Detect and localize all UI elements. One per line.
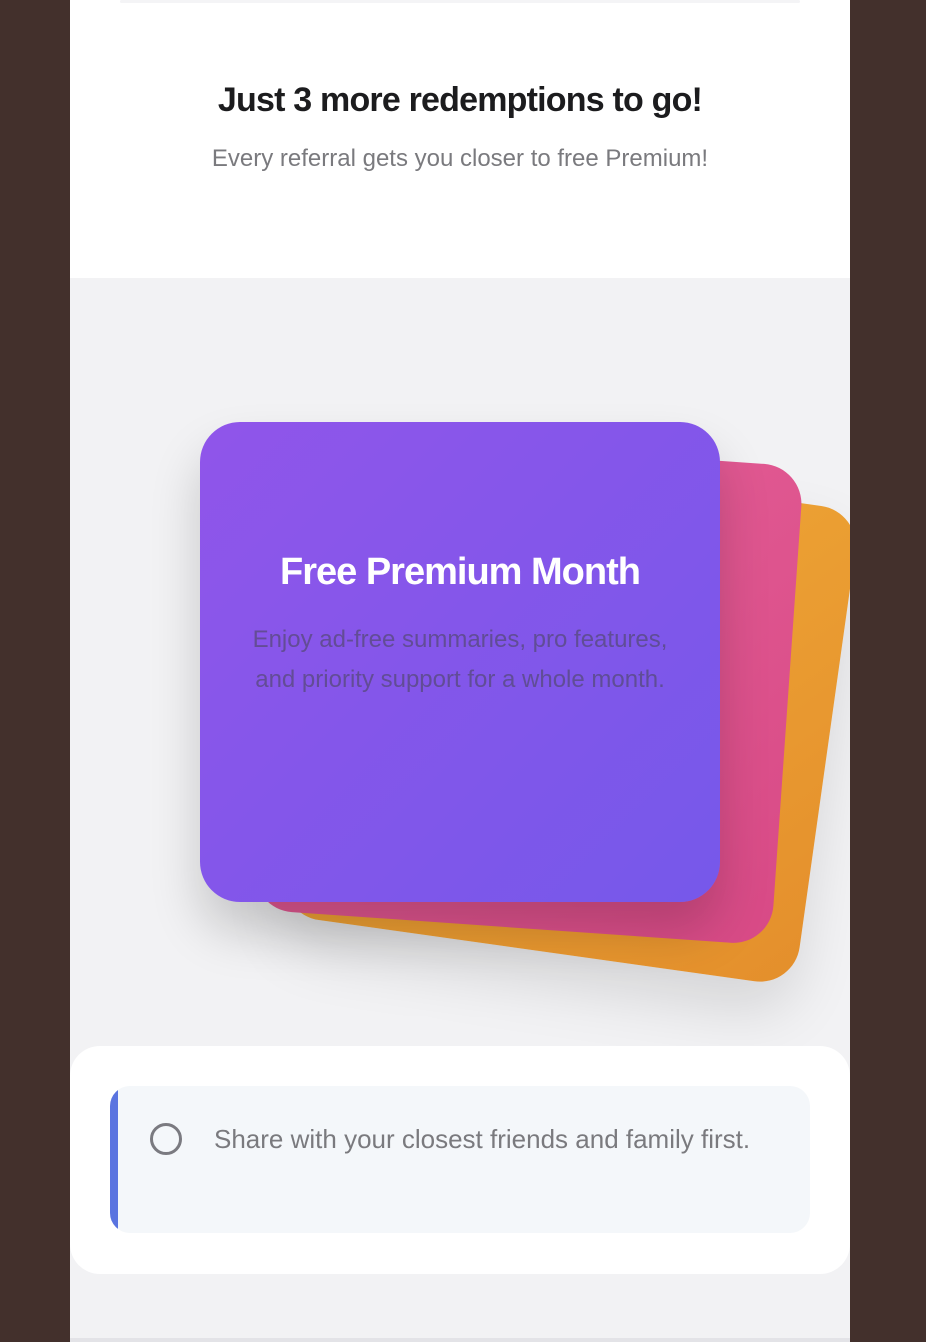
referral-subline: Every referral gets you closer to free P… (211, 145, 709, 172)
reward-card-description: Enjoy ad-free summaries, pro features, a… (252, 626, 668, 693)
redemptions-headline: Just 3 more redemptions to go! (217, 81, 703, 119)
tip-text: Share with your closest friends and fami… (214, 1124, 751, 1154)
reward-card-front[interactable]: Free Premium Month Enjoy ad-free summari… (200, 422, 720, 902)
progress-header: Just 3 more redemptions to go! Every ref… (70, 0, 850, 278)
referral-screen: Just 3 more redemptions to go! Every ref… (70, 0, 850, 1342)
radio-unchecked-icon[interactable] (150, 1123, 182, 1155)
tip-item[interactable]: Share with your closest friends and fami… (110, 1086, 810, 1233)
tips-panel: Share with your closest friends and fami… (70, 1046, 850, 1274)
reward-card-stack: Free Premium Month Enjoy ad-free summari… (70, 278, 850, 1048)
bottom-divider (70, 1338, 850, 1342)
reward-card-title: Free Premium Month (280, 551, 641, 593)
tip-accent-bar (110, 1086, 118, 1233)
top-divider (120, 0, 800, 3)
